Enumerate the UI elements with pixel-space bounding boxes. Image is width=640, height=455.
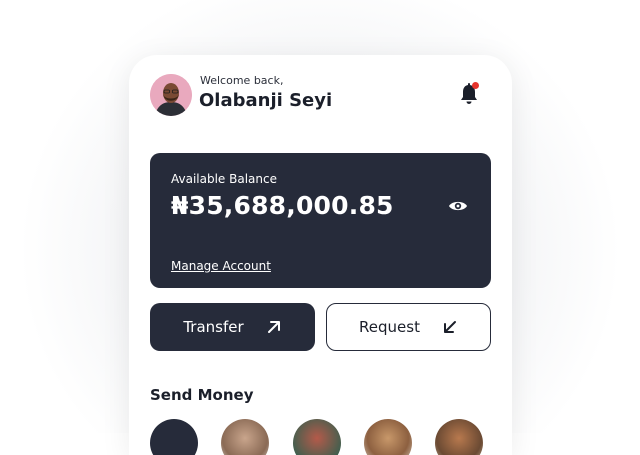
phone-screen: Welcome back, Olabanji Seyi Available Ba… [129, 55, 512, 455]
balance-amount: ₦35,688,000.85 [171, 191, 394, 220]
request-button[interactable]: Request [326, 303, 491, 351]
contact-avatar[interactable] [435, 419, 483, 455]
request-button-label: Request [359, 318, 420, 336]
send-money-title: Send Money [150, 386, 254, 404]
arrow-up-right-icon [267, 321, 280, 333]
notification-badge [472, 82, 479, 89]
transfer-button-label: Transfer [183, 318, 244, 336]
eye-icon[interactable] [448, 197, 468, 215]
welcome-text: Welcome back, [200, 74, 284, 87]
contact-avatar[interactable] [293, 419, 341, 455]
contact-avatar[interactable] [364, 419, 412, 455]
add-contact-button[interactable] [150, 419, 198, 455]
manage-account-link[interactable]: Manage Account [171, 259, 271, 273]
user-name: Olabanji Seyi [199, 90, 333, 111]
contact-avatar[interactable] [221, 419, 269, 455]
balance-label: Available Balance [171, 172, 277, 186]
transfer-button[interactable]: Transfer [150, 303, 315, 351]
balance-card: Available Balance ₦35,688,000.85 Manage … [150, 153, 491, 288]
avatar[interactable] [150, 74, 192, 116]
arrow-down-left-icon [443, 321, 456, 333]
